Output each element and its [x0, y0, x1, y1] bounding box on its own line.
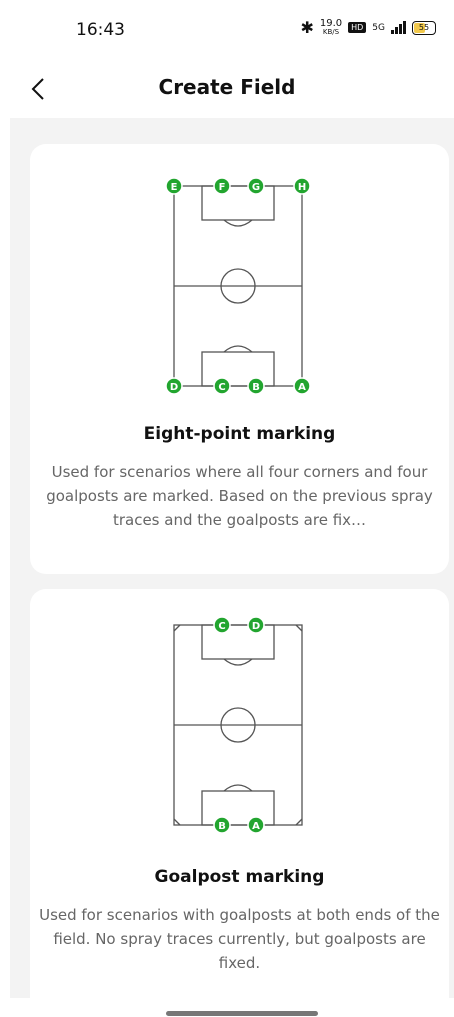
- goalpost-marking-card[interactable]: C D B A Goalpost marking Used for scenar…: [30, 589, 449, 998]
- svg-text:C: C: [218, 382, 225, 393]
- speed-value: 19.0: [319, 17, 343, 29]
- marker-c: C: [213, 377, 231, 395]
- svg-text:A: A: [252, 821, 260, 832]
- card-description: Used for scenarios where all four corner…: [46, 463, 433, 529]
- speed-unit: KB/S: [322, 27, 340, 36]
- svg-text:G: G: [252, 182, 260, 193]
- marker-a: A: [247, 816, 265, 834]
- eight-point-marking-card[interactable]: E F G H D C B A Eight-point marking Used…: [30, 144, 449, 574]
- marker-a: A: [293, 377, 311, 395]
- svg-text:D: D: [252, 621, 260, 632]
- goalpost-field-diagram: C D B A: [173, 616, 303, 834]
- svg-text:F: F: [219, 182, 226, 193]
- eight-point-field-diagram: E F G H D C B A: [165, 177, 311, 395]
- marker-g: G: [247, 177, 265, 195]
- status-bar: 16:43 ✱ 19.0 KB/S HD 5G 55: [0, 0, 454, 62]
- battery-level: 55: [418, 23, 430, 32]
- page-title: Create Field: [158, 75, 296, 99]
- svg-text:A: A: [298, 382, 306, 393]
- signal-icon: [391, 21, 406, 34]
- svg-text:B: B: [252, 382, 260, 393]
- home-indicator[interactable]: [166, 1011, 318, 1016]
- svg-text:H: H: [298, 182, 306, 193]
- marker-h: H: [293, 177, 311, 195]
- svg-text:D: D: [170, 382, 178, 393]
- battery-icon: 55: [412, 20, 436, 35]
- card-title: Eight-point marking: [143, 424, 336, 444]
- network-speed: 19.0 KB/S: [319, 17, 343, 37]
- svg-text:E: E: [171, 182, 178, 193]
- marker-e: E: [165, 177, 183, 195]
- marker-b: B: [247, 377, 265, 395]
- marker-f: F: [213, 177, 231, 195]
- svg-text:C: C: [218, 621, 225, 632]
- card-title: Goalpost marking: [154, 867, 325, 887]
- card-description: Used for scenarios with goalposts at bot…: [39, 906, 440, 972]
- app-bar: Create Field: [0, 62, 454, 118]
- marker-c: C: [213, 616, 231, 634]
- status-icons: ✱ 19.0 KB/S HD 5G 55: [300, 18, 436, 37]
- bluetooth-icon: ✱: [300, 18, 314, 37]
- marker-b: B: [213, 816, 231, 834]
- hd-icon: HD: [348, 22, 367, 33]
- marker-d: D: [247, 616, 265, 634]
- marker-d: D: [165, 377, 183, 395]
- network-label: 5G: [372, 22, 385, 33]
- content-area: E F G H D C B A Eight-point marking Used…: [10, 118, 454, 998]
- status-time: 16:43: [76, 20, 125, 40]
- svg-text:B: B: [218, 821, 226, 832]
